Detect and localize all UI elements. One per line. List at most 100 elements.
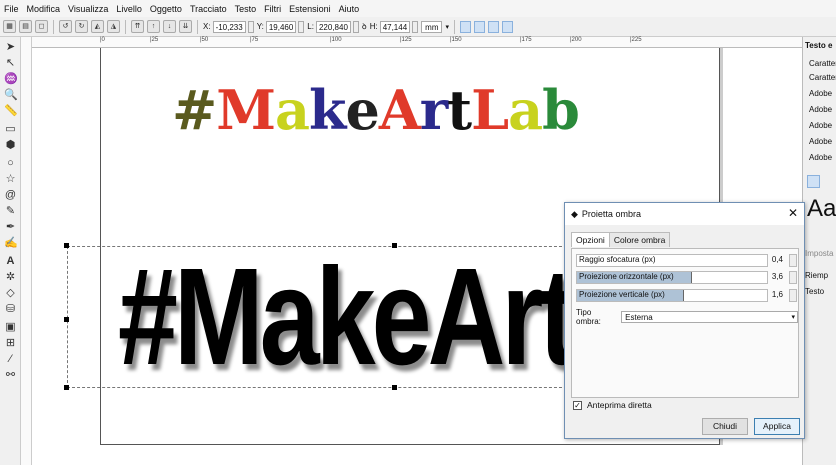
spray-tool-icon[interactable]: ✲ (4, 271, 17, 284)
spiral-tool-icon[interactable]: @ (4, 189, 17, 202)
select-tool-icon[interactable]: ➤ (4, 41, 17, 54)
flip-vertical-icon[interactable]: ◮ (107, 20, 120, 33)
measure-tool-icon[interactable]: 📏 (4, 105, 18, 118)
width-label: L: (307, 22, 314, 31)
separator (454, 19, 455, 34)
font-list-item[interactable]: Adobe (809, 105, 832, 114)
raise-icon[interactable]: ↑ (147, 20, 160, 33)
logo-letter: e (345, 78, 379, 142)
raise-to-top-icon[interactable]: ⇈ (131, 20, 144, 33)
panel-item[interactable]: Caratter (809, 73, 836, 82)
font-list-item[interactable]: Adobe (809, 153, 832, 162)
select-all-layers-icon[interactable]: ▤ (19, 20, 32, 33)
resize-handle[interactable] (64, 243, 69, 248)
tweak-tool-icon[interactable]: ♒ (4, 73, 18, 86)
width-input[interactable]: 220,840 (315, 20, 351, 33)
vertical-offset-slider[interactable]: Proiezione verticale (px) 1,6 (576, 289, 797, 302)
x-input[interactable]: -10,233 (212, 20, 246, 33)
x-spinner[interactable] (247, 20, 254, 33)
rotate-ccw-icon[interactable]: ↺ (59, 20, 72, 33)
menu-item-filtri[interactable]: Filtri (264, 4, 281, 14)
chevron-down-icon[interactable]: ▾ (445, 23, 449, 31)
lower-icon[interactable]: ↓ (163, 20, 176, 33)
menu-item-file[interactable]: File (4, 4, 19, 14)
font-list-item[interactable]: Adobe (809, 121, 832, 130)
scale-stroke-icon[interactable] (460, 20, 471, 33)
shadow-type-select[interactable]: Esterna ▾ (621, 311, 798, 323)
slider-spinner[interactable] (789, 254, 797, 267)
font-list-item[interactable]: Adobe (809, 137, 832, 146)
transform-patterns-icon[interactable] (502, 20, 513, 33)
menu-item-tracciato[interactable]: Tracciato (190, 4, 227, 14)
dropper-tool-icon[interactable]: ⁄ (4, 353, 17, 366)
3d-box-tool-icon[interactable]: ⬢ (4, 139, 17, 152)
view-mode-icon[interactable] (807, 175, 820, 188)
node-tool-icon[interactable]: ↖ (4, 57, 17, 70)
slider-spinner[interactable] (789, 271, 797, 284)
menu-item-aiuto[interactable]: Aiuto (339, 4, 360, 14)
ellipse-tool-icon[interactable]: ○ (4, 157, 17, 170)
rotate-cw-icon[interactable]: ↻ (75, 20, 88, 33)
resize-handle[interactable] (64, 385, 69, 390)
live-preview-row[interactable]: ✓ Anteprima diretta (573, 400, 652, 410)
ruler-tick-label: |175 (520, 37, 532, 43)
height-spinner[interactable] (412, 20, 419, 33)
tab-opzioni[interactable]: Opzioni (571, 232, 610, 247)
shadowed-text-object[interactable]: #MakeArtL (118, 242, 637, 392)
text-font-panel: Testo e Caratter Caratter Adobe Adobe Ad… (802, 37, 836, 465)
transform-gradients-icon[interactable] (488, 20, 499, 33)
slider-spinner[interactable] (789, 289, 797, 302)
x-coordinate: X: -10,233 (203, 20, 254, 33)
font-list-item[interactable]: Adobe (809, 89, 832, 98)
makeartlab-logo[interactable]: #MakeArtLab (172, 78, 580, 142)
y-input[interactable]: 19,460 (265, 20, 297, 33)
live-preview-checkbox[interactable]: ✓ (573, 400, 582, 410)
width-field: L: 220,840 (307, 20, 359, 33)
apply-button[interactable]: Applica (754, 418, 800, 435)
connector-tool-icon[interactable]: ⚯ (4, 369, 17, 382)
slider-value[interactable]: 3,6 (772, 271, 783, 283)
eraser-tool-icon[interactable]: ◇ (4, 287, 17, 300)
menu-item-livello[interactable]: Livello (116, 4, 142, 14)
tab-colore-ombra[interactable]: Colore ombra (608, 232, 671, 247)
close-button[interactable]: Chiudi (702, 418, 748, 435)
menu-bar: File Modifica Visualizza Livello Oggetto Trac… (0, 0, 836, 17)
mesh-tool-icon[interactable]: ⊞ (4, 337, 17, 350)
unit-select[interactable]: mm (421, 20, 443, 33)
zoom-tool-icon[interactable]: 🔍 (4, 89, 18, 102)
panel-setting[interactable]: Riemp (805, 271, 828, 280)
ruler-tick-label: |25 (150, 37, 159, 43)
y-spinner[interactable] (298, 20, 305, 33)
close-icon[interactable]: ✕ (788, 206, 798, 220)
menu-item-visualizza[interactable]: Visualizza (68, 4, 108, 14)
resize-handle[interactable] (64, 317, 69, 322)
height-input[interactable]: 47,144 (379, 20, 411, 33)
panel-item[interactable]: Caratter (809, 59, 836, 68)
panel-setting[interactable]: Testo (805, 287, 824, 296)
lock-icon[interactable]: ꝺ (362, 21, 367, 32)
gradient-tool-icon[interactable]: ▣ (4, 321, 17, 334)
rectangle-tool-icon[interactable]: ▭ (4, 123, 17, 136)
slider-value[interactable]: 0,4 (772, 254, 783, 266)
separator (125, 19, 126, 34)
bucket-tool-icon[interactable]: ⛁ (4, 303, 17, 316)
blur-radius-slider[interactable]: Raggio sfocatura (px) 0,4 (576, 254, 797, 267)
star-tool-icon[interactable]: ☆ (4, 173, 17, 186)
logo-letter: a (275, 78, 310, 142)
width-spinner[interactable] (352, 20, 359, 33)
calligraphy-tool-icon[interactable]: ✍ (4, 237, 18, 250)
deselect-icon[interactable]: ◻ (35, 20, 48, 33)
pen-tool-icon[interactable]: ✒ (4, 221, 17, 234)
pencil-tool-icon[interactable]: ✎ (4, 205, 17, 218)
horizontal-offset-slider[interactable]: Proiezione orizzontale (px) 3,6 (576, 271, 797, 284)
menu-item-modifica[interactable]: Modifica (27, 4, 61, 14)
flip-horizontal-icon[interactable]: ◭ (91, 20, 104, 33)
lower-to-bottom-icon[interactable]: ⇊ (179, 20, 192, 33)
slider-value[interactable]: 1,6 (772, 289, 783, 301)
menu-item-testo[interactable]: Testo (235, 4, 257, 14)
scale-corners-icon[interactable] (474, 20, 485, 33)
select-all-icon[interactable]: ▦ (3, 20, 16, 33)
menu-item-estensioni[interactable]: Estensioni (289, 4, 331, 14)
menu-item-oggetto[interactable]: Oggetto (150, 4, 182, 14)
text-tool-icon[interactable]: A (4, 255, 17, 268)
